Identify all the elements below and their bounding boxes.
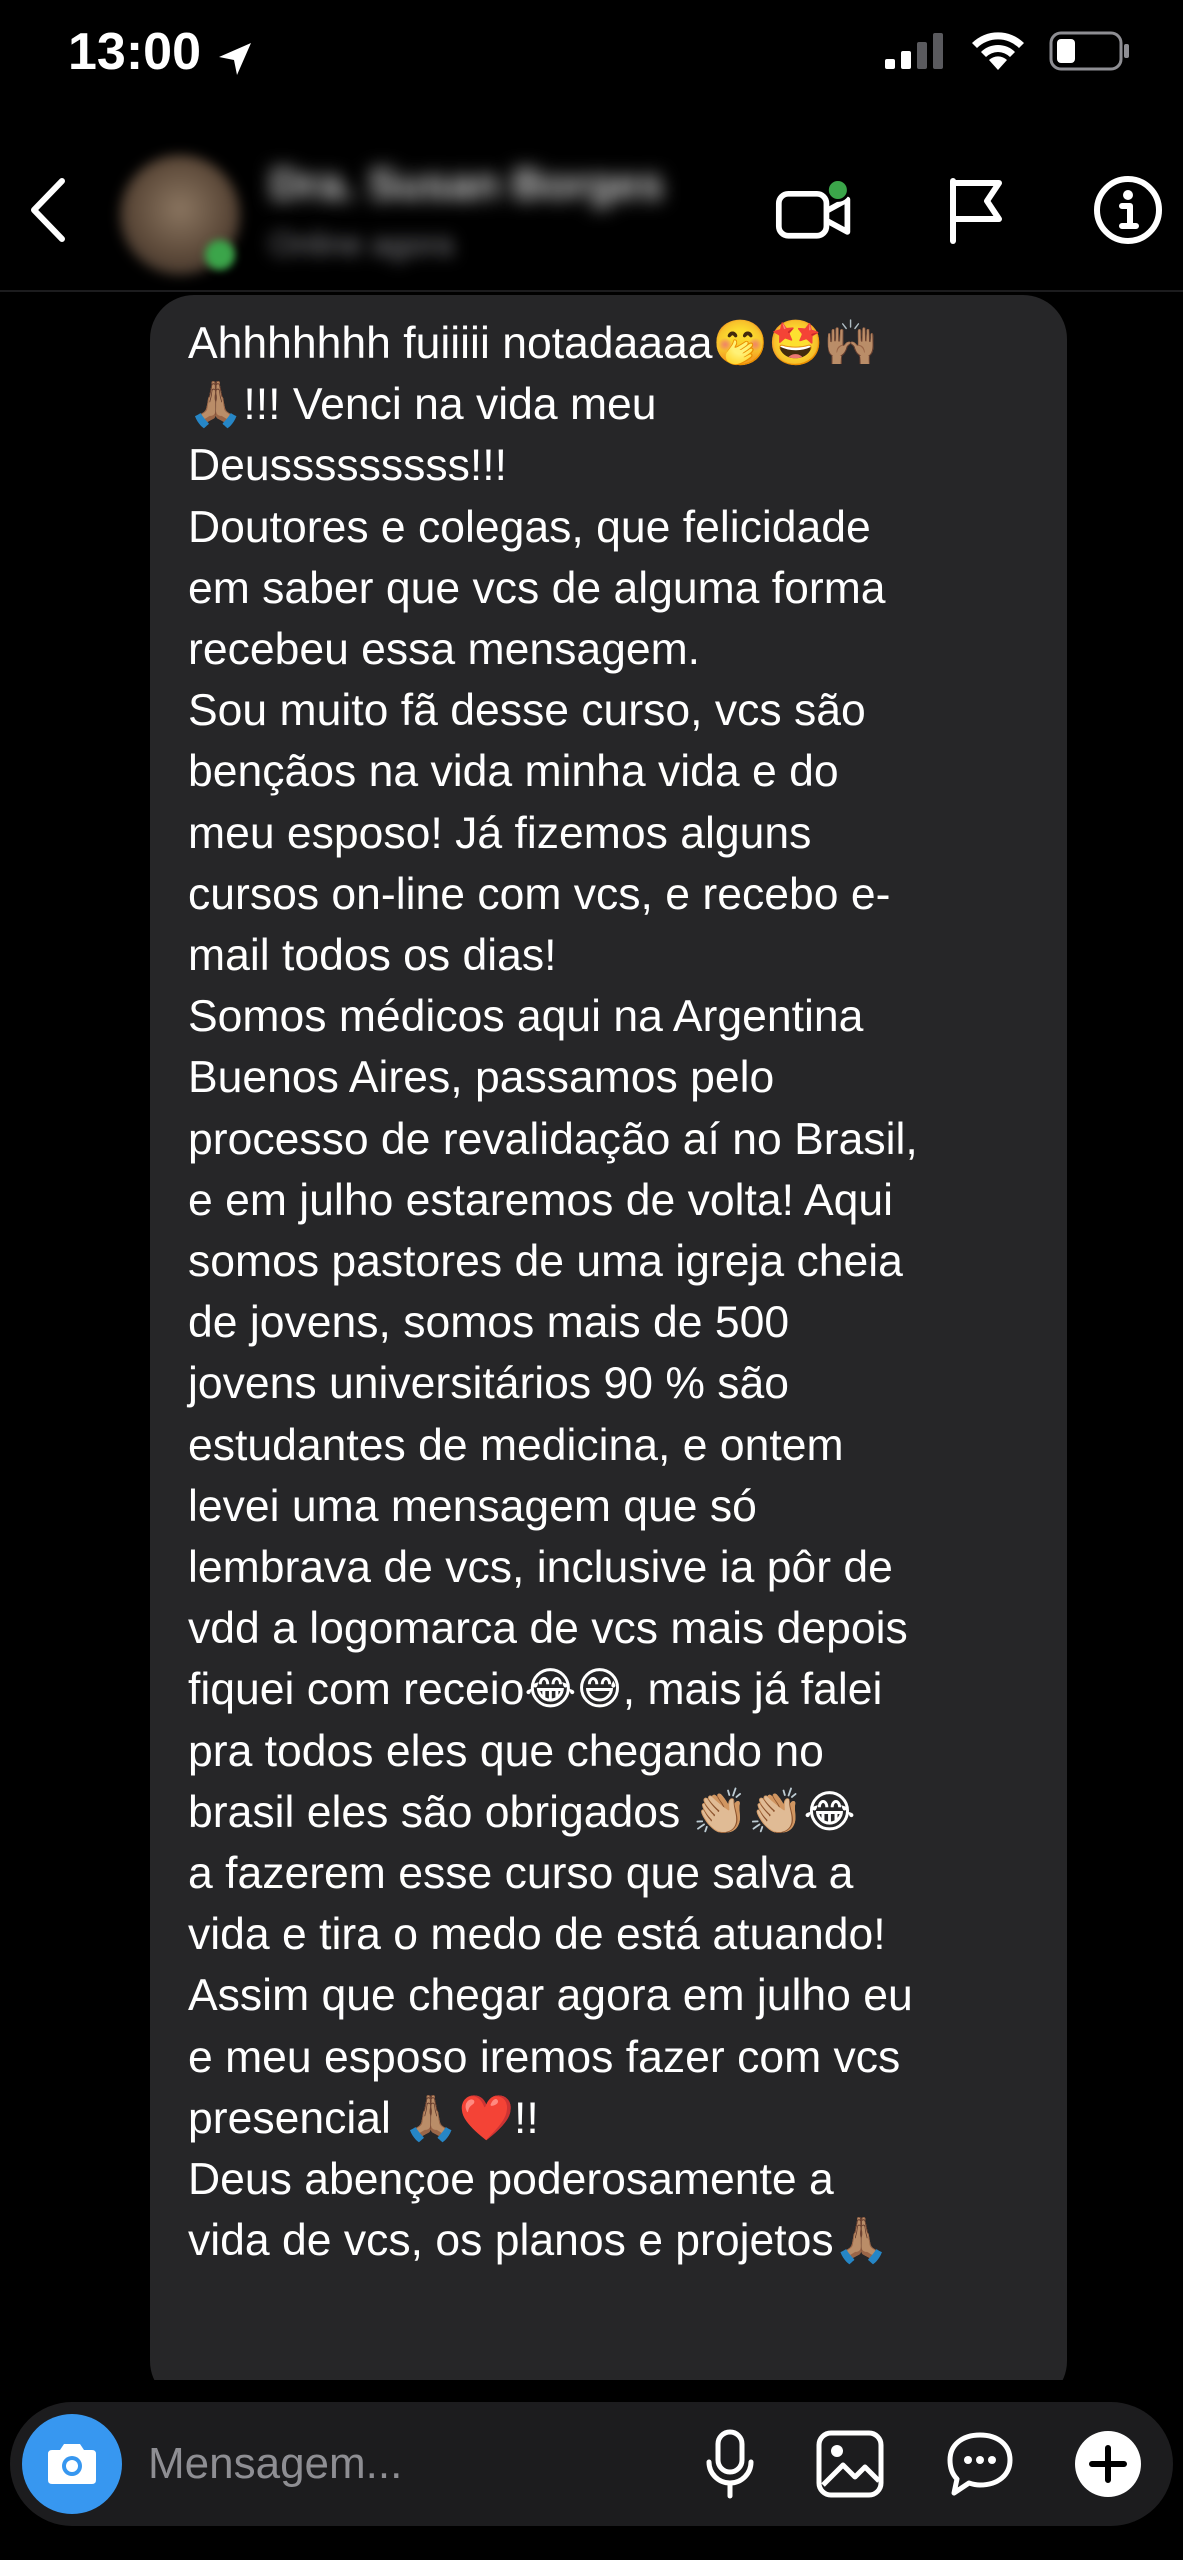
camera-button[interactable]	[22, 2414, 122, 2514]
flag-icon	[950, 178, 1002, 244]
chat-header: Dra. Susan Borges Online agora	[0, 130, 1183, 292]
battery-icon	[1049, 30, 1131, 77]
video-call-button[interactable]	[775, 170, 855, 250]
sticker-button[interactable]	[940, 2424, 1020, 2504]
contact-status: Online agora	[270, 226, 454, 262]
camera-icon	[48, 2444, 96, 2484]
message-text: Ahhhhhhh fuiiiii notadaaaa🤭🤩🙌🏽 🙏🏽!!! Ven…	[188, 319, 918, 2266]
video-call-icon	[775, 178, 851, 239]
plus-icon	[1075, 2431, 1141, 2497]
info-button[interactable]	[1088, 170, 1168, 250]
back-chevron-icon	[31, 178, 65, 242]
gallery-icon	[816, 2430, 884, 2498]
home-indicator-area	[0, 2530, 1183, 2560]
status-bar: 13:00	[0, 0, 1183, 110]
clock-text: 13:00	[68, 23, 201, 81]
message-input[interactable]	[148, 2432, 668, 2496]
back-button[interactable]	[18, 170, 78, 250]
message-bubble[interactable]: Ahhhhhhh fuiiiii notadaaaa🤭🤩🙌🏽 🙏🏽!!! Ven…	[150, 295, 1067, 2405]
sticker-icon	[947, 2432, 1013, 2496]
status-icons	[883, 30, 1131, 77]
contact-name[interactable]: Dra. Susan Borges	[270, 160, 664, 210]
cellular-signal-icon	[883, 31, 947, 76]
online-indicator	[205, 240, 235, 270]
status-time: 13:00	[68, 22, 255, 82]
gallery-button[interactable]	[810, 2424, 890, 2504]
more-button[interactable]	[1068, 2424, 1148, 2504]
wifi-icon	[969, 30, 1027, 77]
info-icon	[1094, 176, 1162, 244]
location-arrow-icon	[215, 32, 255, 75]
microphone-icon	[706, 2429, 754, 2499]
report-button[interactable]	[935, 170, 1015, 250]
dm-conversation-screen: 13:00 Dra. Susan Borges Online agora Ahh…	[0, 0, 1183, 2560]
message-composer	[10, 2402, 1173, 2526]
voice-message-button[interactable]	[690, 2424, 770, 2504]
